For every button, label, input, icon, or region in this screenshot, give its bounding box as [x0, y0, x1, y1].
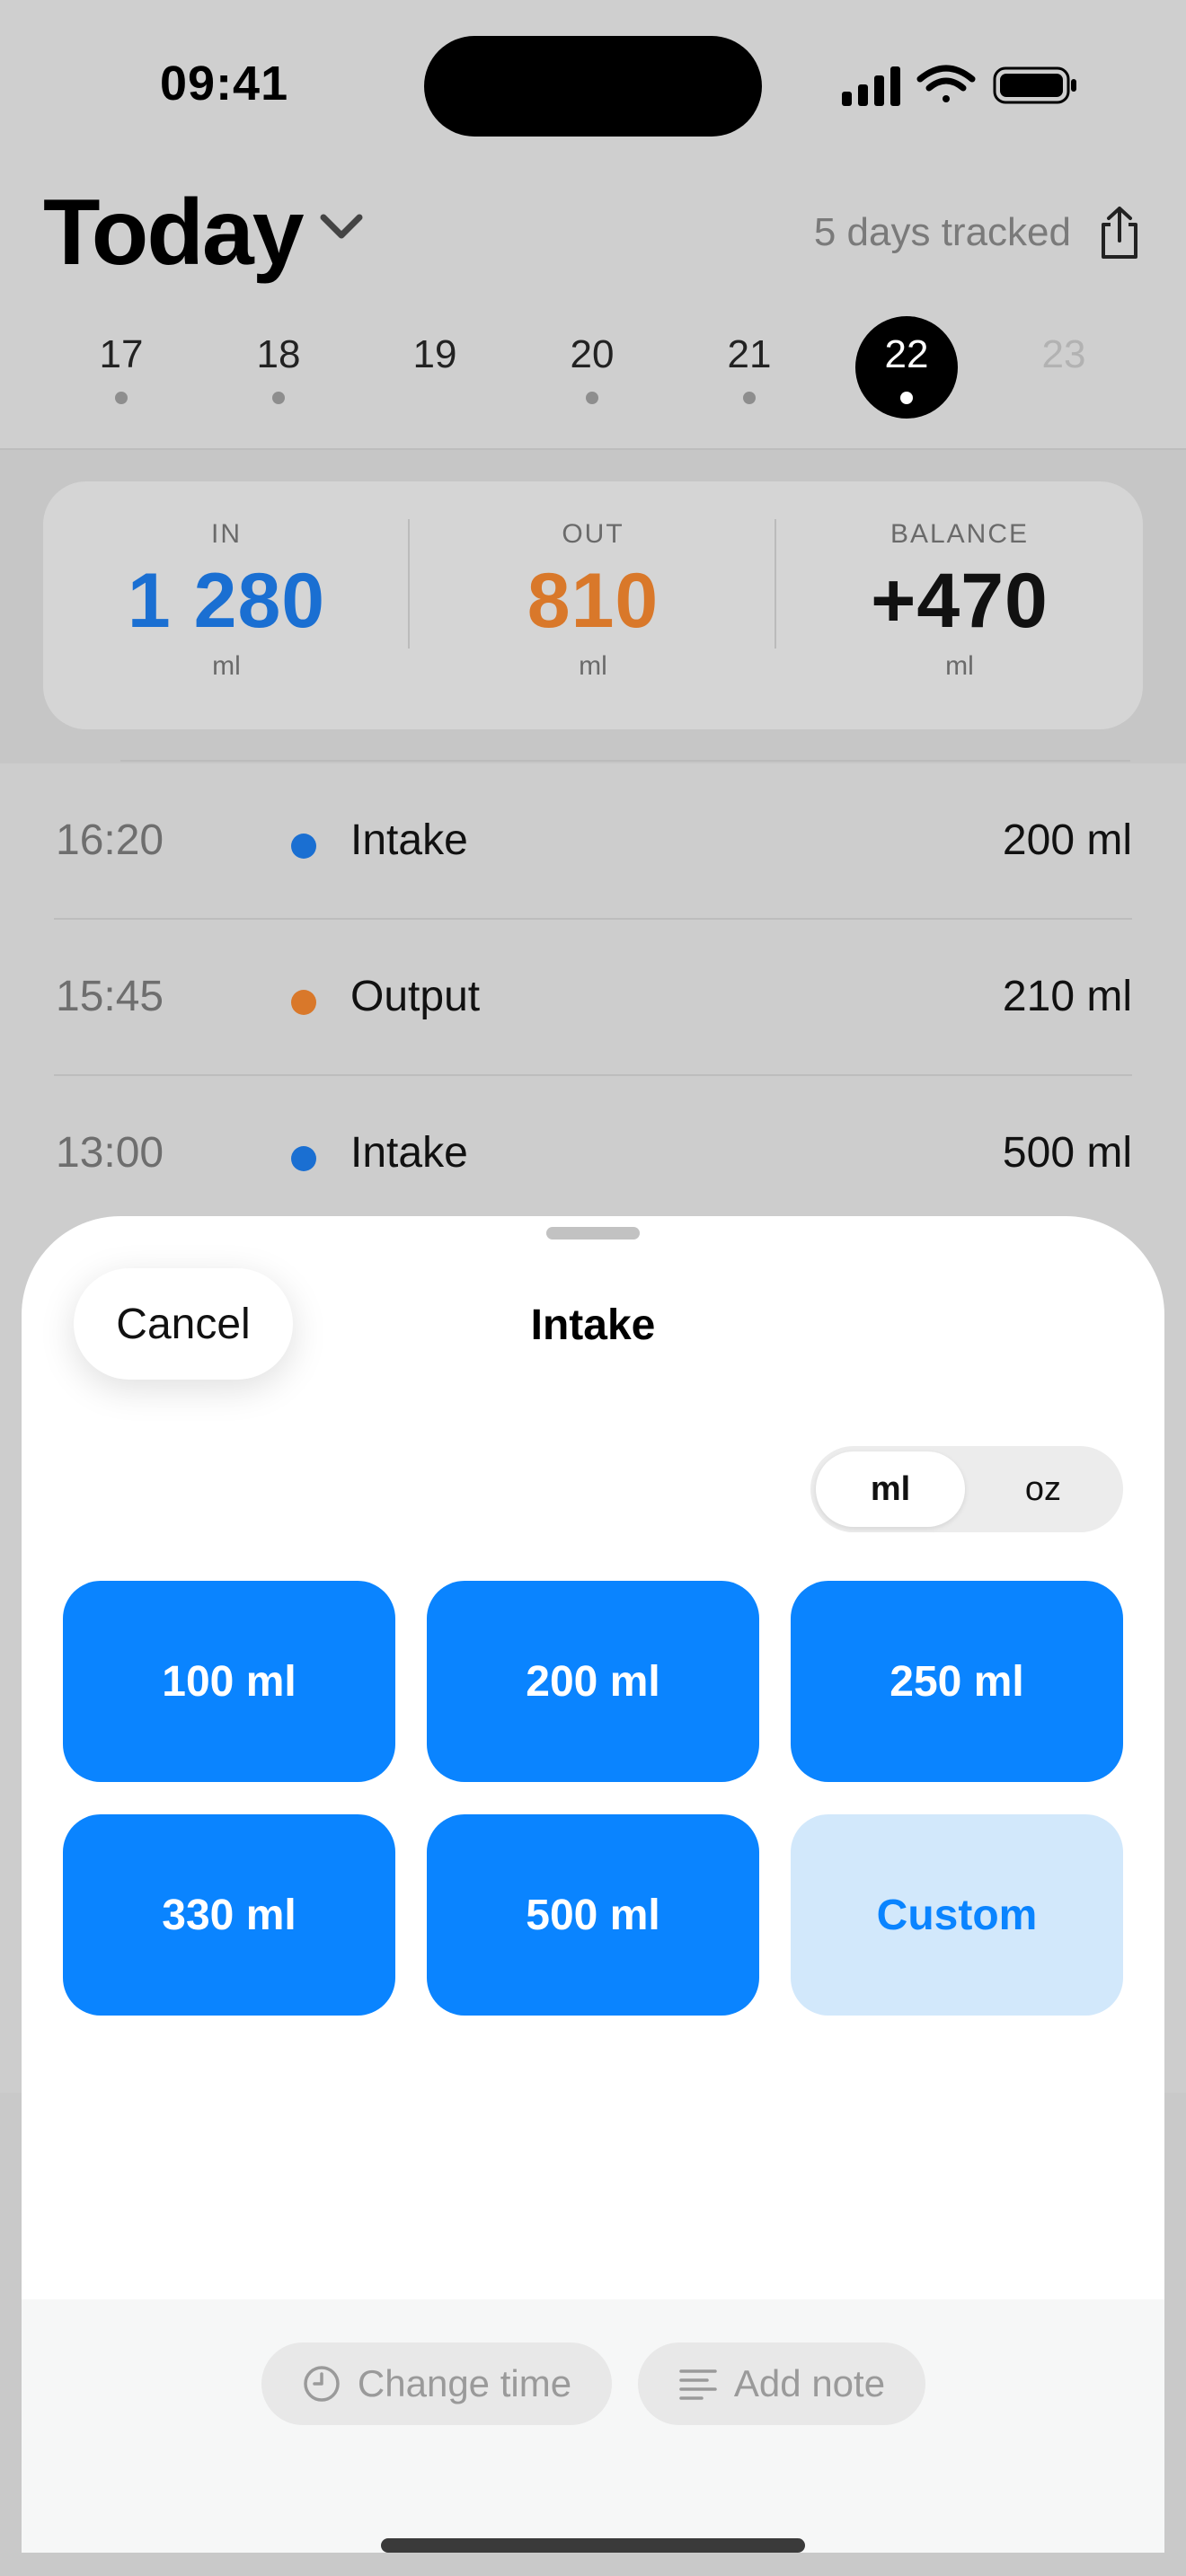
wifi-icon — [916, 65, 976, 102]
page-title[interactable]: Today — [43, 180, 305, 287]
entry-type-dot — [291, 834, 316, 859]
day-23[interactable]: 23 — [1019, 332, 1109, 404]
battery-icon — [993, 66, 1076, 104]
summary-out-unit: ml — [579, 651, 607, 681]
cellular-signal-icon — [842, 66, 900, 106]
preset-250ml-button[interactable]: 250 ml — [791, 1581, 1123, 1782]
entry-row[interactable]: 16:20 Intake 200 ml — [54, 763, 1132, 920]
day-label: 22 — [884, 332, 929, 376]
entry-type: Output — [350, 973, 481, 1020]
day-data-dot — [900, 392, 913, 404]
day-label: 18 — [256, 332, 301, 376]
summary-balance-unit: ml — [945, 651, 974, 681]
entry-row[interactable]: 13:00 Intake 500 ml — [54, 1076, 1132, 1232]
entry-type-dot — [291, 990, 316, 1015]
day-data-dot — [272, 392, 285, 404]
entry-time: 15:45 — [56, 973, 164, 1020]
entry-amount: 210 ml — [1002, 973, 1132, 1020]
entry-time: 13:00 — [56, 1129, 164, 1177]
day-label: 23 — [1041, 332, 1086, 376]
unit-option-oz[interactable]: oz — [969, 1451, 1118, 1527]
summary-separator — [408, 519, 410, 648]
day-18[interactable]: 18 — [234, 332, 323, 404]
clock-icon — [304, 2366, 340, 2402]
preset-100ml-button[interactable]: 100 ml — [63, 1581, 395, 1782]
day-label: 17 — [99, 332, 144, 376]
add-note-label: Add note — [733, 2362, 886, 2404]
summary-in: IN 1 280 ml — [47, 519, 406, 682]
preset-500ml-button[interactable]: 500 ml — [427, 1814, 759, 2016]
day-data-dot — [586, 392, 598, 404]
entry-amount: 500 ml — [1002, 1129, 1132, 1177]
summary-out-label: OUT — [562, 519, 624, 549]
add-note-button[interactable]: Add note — [638, 2342, 925, 2425]
day-19[interactable]: 19 — [390, 332, 480, 404]
chevron-down-icon[interactable] — [316, 208, 367, 244]
home-indicator — [381, 2538, 805, 2553]
header-divider — [0, 448, 1186, 450]
sheet-grabber[interactable] — [546, 1227, 640, 1239]
summary-in-value: 1 280 — [127, 558, 326, 644]
day-data-dot — [115, 392, 128, 404]
status-time: 09:41 — [160, 57, 289, 110]
summary-balance-label: BALANCE — [890, 519, 1030, 549]
sheet-title: Intake — [530, 1301, 656, 1349]
days-tracked-label: 5 days tracked — [813, 210, 1071, 254]
unit-option-ml[interactable]: ml — [816, 1451, 965, 1527]
entry-type: Intake — [350, 1129, 468, 1177]
dynamic-island — [424, 36, 762, 137]
share-icon[interactable] — [1094, 205, 1145, 262]
day-data-dot — [743, 392, 756, 404]
entry-type-dot — [291, 1146, 316, 1171]
list-divider — [120, 760, 1130, 762]
change-time-label: Change time — [357, 2362, 572, 2404]
day-label: 19 — [412, 332, 457, 376]
change-time-button[interactable]: Change time — [261, 2342, 612, 2425]
note-lines-icon — [679, 2369, 717, 2400]
preset-330ml-button[interactable]: 330 ml — [63, 1814, 395, 2016]
summary-separator — [774, 519, 776, 648]
summary-in-label: IN — [211, 519, 242, 549]
day-22[interactable]: 22 — [862, 332, 951, 404]
day-label: 20 — [570, 332, 615, 376]
day-21[interactable]: 21 — [704, 332, 794, 404]
summary-balance: BALANCE +470 ml — [780, 519, 1139, 682]
summary-in-unit: ml — [212, 651, 241, 681]
entry-time: 16:20 — [56, 816, 164, 864]
entry-amount: 200 ml — [1002, 816, 1132, 864]
sheet-footer — [22, 2299, 1164, 2553]
custom-amount-button[interactable]: Custom — [791, 1814, 1123, 2016]
summary-out: OUT 810 ml — [413, 519, 773, 682]
summary-balance-value: +470 — [871, 558, 1049, 644]
entry-row[interactable]: 15:45 Output 210 ml — [54, 920, 1132, 1076]
summary-out-value: 810 — [527, 558, 659, 644]
day-20[interactable]: 20 — [547, 332, 637, 404]
entry-type: Intake — [350, 816, 468, 864]
day-label: 21 — [727, 332, 772, 376]
preset-200ml-button[interactable]: 200 ml — [427, 1581, 759, 1782]
status-icons — [842, 65, 1076, 106]
day-17[interactable]: 17 — [76, 332, 166, 404]
